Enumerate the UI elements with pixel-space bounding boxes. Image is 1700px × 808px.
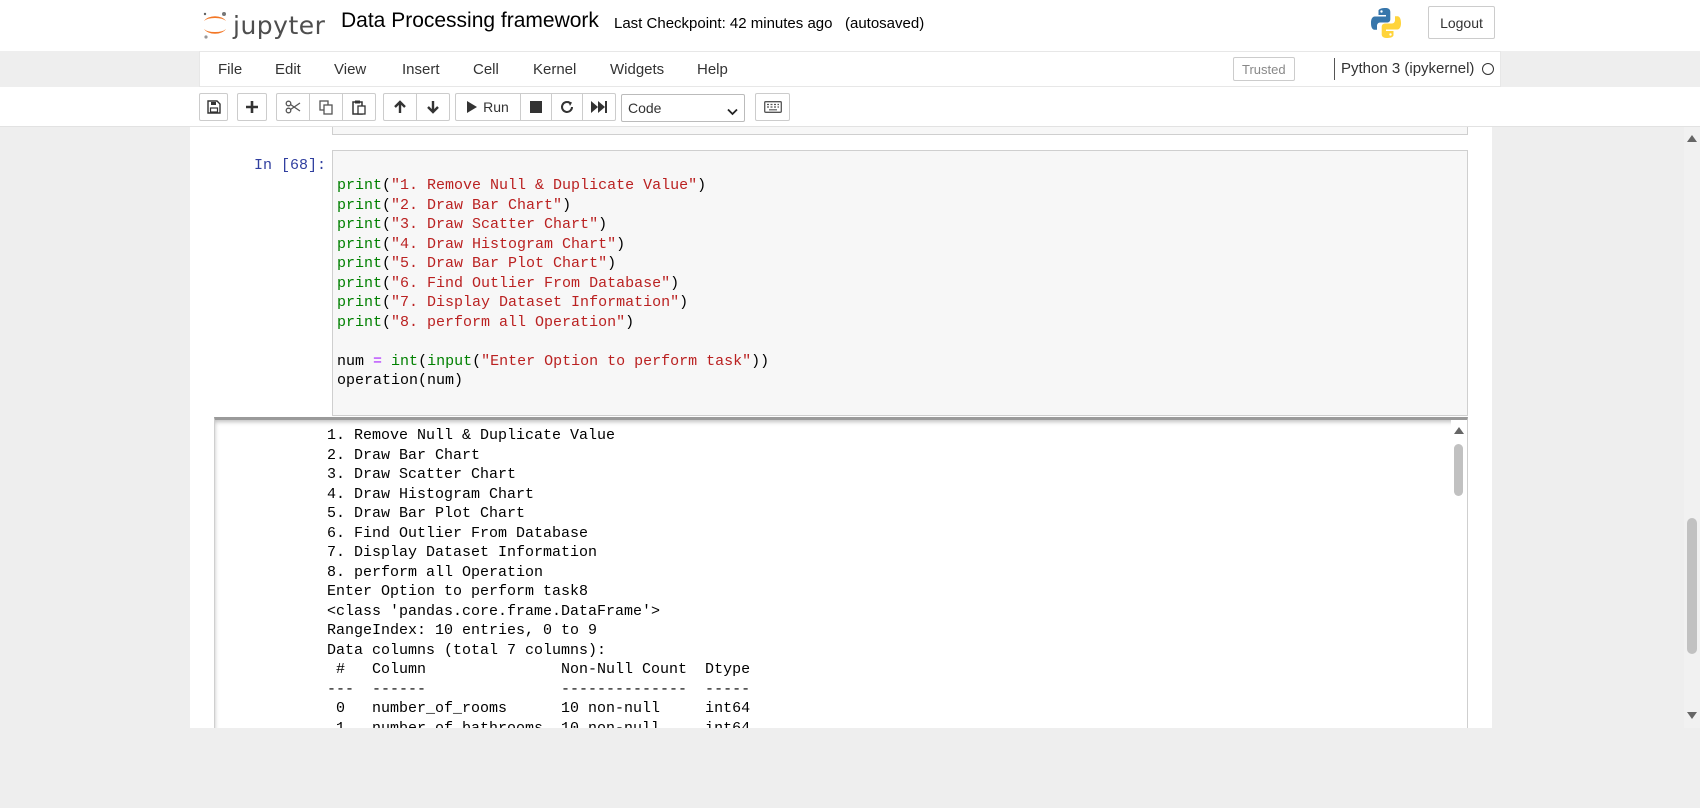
code-line: print("8. perform all Operation") xyxy=(337,313,635,331)
code-line: print("3. Draw Scatter Chart") xyxy=(337,216,608,233)
restart-icon xyxy=(560,100,574,114)
cell-type-select[interactable]: Code xyxy=(621,94,745,122)
code-editor[interactable]: print("1. Remove Null & Duplicate Value"… xyxy=(337,176,769,391)
menu-help[interactable]: Help xyxy=(697,61,728,78)
jupyter-logo-icon xyxy=(201,10,229,40)
scissors-icon xyxy=(285,100,301,114)
menu-insert[interactable]: Insert xyxy=(402,61,440,78)
restart-run-all-button[interactable] xyxy=(582,93,616,121)
notebook-container: In [68]: print("1. Remove Null & Duplica… xyxy=(190,127,1492,728)
output-line: 2. Draw Bar Chart xyxy=(327,446,481,464)
output-text: 1. Remove Null & Duplicate Value 2. Draw… xyxy=(327,426,750,728)
output-line: 5. Draw Bar Plot Chart xyxy=(327,505,526,522)
fast-forward-icon xyxy=(591,101,607,113)
code-cell-input[interactable]: print("1. Remove Null & Duplicate Value"… xyxy=(332,150,1468,416)
restart-button[interactable] xyxy=(551,93,583,121)
copy-icon xyxy=(319,99,333,115)
output-line: 4. Draw Histogram Chart xyxy=(327,485,535,503)
page-scrollbar-thumb[interactable] xyxy=(1687,518,1697,654)
output-line: 7. Display Dataset Information xyxy=(327,544,598,561)
save-icon xyxy=(206,100,221,114)
output-line: 1 number_of_bathrooms 10 non-null int64 xyxy=(327,719,751,729)
insert-cell-button[interactable] xyxy=(237,93,267,121)
kernel-divider xyxy=(1334,58,1335,80)
page-scroll-up-icon[interactable] xyxy=(1687,135,1697,142)
play-icon xyxy=(467,101,478,113)
output-line: Data columns (total 7 columns): xyxy=(327,641,607,659)
output-scrollbar-thumb[interactable] xyxy=(1454,444,1463,496)
menu-cell[interactable]: Cell xyxy=(473,61,499,78)
code-line: operation(num) xyxy=(337,372,464,389)
checkpoint-status: Last Checkpoint: 42 minutes ago (autosav… xyxy=(614,15,924,32)
save-button[interactable] xyxy=(199,93,228,121)
logout-button[interactable]: Logout xyxy=(1428,6,1495,39)
output-scrollbar[interactable] xyxy=(1451,420,1467,728)
jupyter-logo[interactable]: jupyter xyxy=(201,5,325,45)
output-line: 6. Find Outlier From Database xyxy=(327,524,589,542)
cell-output[interactable]: 1. Remove Null & Duplicate Value 2. Draw… xyxy=(214,417,1468,728)
menubar: File Edit View Insert Cell Kernel Widget… xyxy=(199,51,1501,87)
output-line: 1. Remove Null & Duplicate Value xyxy=(327,427,616,444)
scroll-up-arrow-icon[interactable] xyxy=(1454,427,1464,434)
output-line: Enter Option to perform task8 xyxy=(327,583,589,600)
interrupt-button[interactable] xyxy=(520,93,552,121)
input-prompt: In [68]: xyxy=(254,157,327,174)
menu-view[interactable]: View xyxy=(334,61,366,78)
copy-button[interactable] xyxy=(309,93,343,121)
checkpoint-text: Last Checkpoint: 42 minutes ago xyxy=(614,15,833,32)
code-line: print("6. Find Outlier From Database") xyxy=(337,274,680,292)
page-scroll-down-icon[interactable] xyxy=(1687,712,1697,719)
output-line: RangeIndex: 10 entries, 0 to 9 xyxy=(327,622,598,639)
trusted-badge[interactable]: Trusted xyxy=(1233,57,1295,81)
output-line: 3. Draw Scatter Chart xyxy=(327,466,517,483)
move-up-button[interactable] xyxy=(383,93,417,121)
code-line: print("4. Draw Histogram Chart") xyxy=(337,235,626,253)
menu-file[interactable]: File xyxy=(218,61,242,78)
menu-edit[interactable]: Edit xyxy=(275,61,301,78)
python-logo-icon xyxy=(1369,6,1403,40)
code-line: print("1. Remove Null & Duplicate Value"… xyxy=(337,177,707,194)
kernel-idle-indicator-icon xyxy=(1482,63,1494,75)
menu-widgets[interactable]: Widgets xyxy=(610,61,664,78)
output-line: 8. perform all Operation xyxy=(327,563,544,581)
code-line: print("5. Draw Bar Plot Chart") xyxy=(337,255,617,272)
toolbar: Run xyxy=(0,87,1700,127)
chevron-down-icon xyxy=(727,103,738,119)
jupyter-wordmark: jupyter xyxy=(233,10,326,40)
paste-icon xyxy=(352,100,366,115)
header: jupyter Data Processing framework Last C… xyxy=(0,0,1700,51)
keyboard-icon xyxy=(763,101,782,113)
cut-button[interactable] xyxy=(276,93,310,121)
menu-kernel[interactable]: Kernel xyxy=(533,61,576,78)
kernel-name[interactable]: Python 3 (ipykernel) xyxy=(1341,60,1474,77)
output-line: # Column Non-Null Count Dtype xyxy=(327,661,751,678)
arrow-up-icon xyxy=(393,100,407,114)
notebook-title[interactable]: Data Processing framework xyxy=(341,9,599,33)
cell-type-value: Code xyxy=(628,100,662,116)
output-line: <class 'pandas.core.frame.DataFrame'> xyxy=(327,602,661,620)
page-scrollbar[interactable] xyxy=(1684,127,1700,728)
code-line: num = int(input("Enter Option to perform… xyxy=(337,352,770,370)
run-button[interactable]: Run xyxy=(455,93,521,121)
stop-icon xyxy=(530,101,542,113)
arrow-down-icon xyxy=(426,100,440,114)
output-line: 0 number_of_rooms 10 non-null int64 xyxy=(327,700,751,717)
plus-icon xyxy=(245,100,259,114)
paste-button[interactable] xyxy=(342,93,376,121)
move-down-button[interactable] xyxy=(416,93,450,121)
command-palette-button[interactable] xyxy=(755,93,790,121)
autosave-status: (autosaved) xyxy=(844,15,925,32)
previous-cell-input[interactable] xyxy=(332,127,1468,135)
code-line: print("7. Display Dataset Information") xyxy=(337,294,689,311)
run-label: Run xyxy=(483,99,509,115)
output-line: --- ------ -------------- ----- xyxy=(327,680,751,698)
code-line: print("2. Draw Bar Chart") xyxy=(337,196,572,214)
